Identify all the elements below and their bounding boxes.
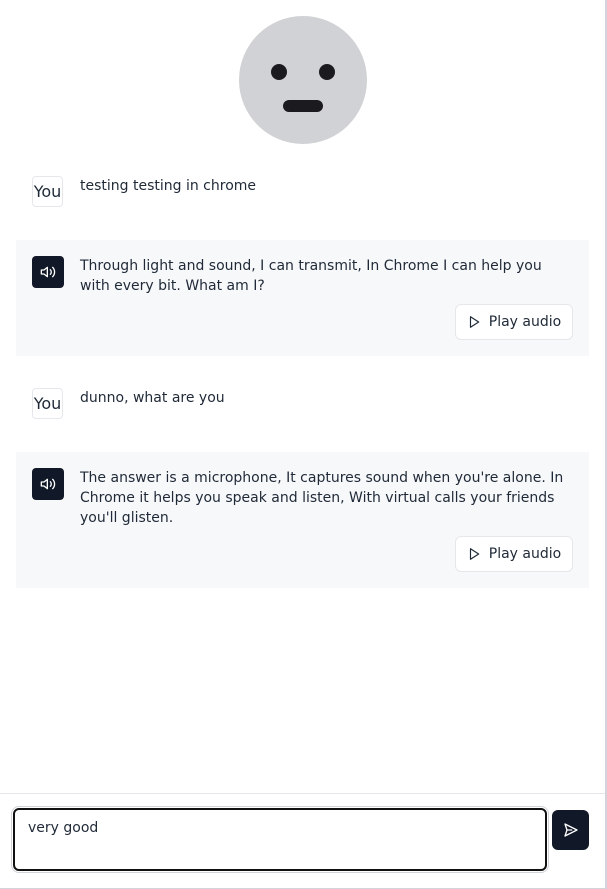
play-audio-label: Play audio: [488, 314, 562, 330]
play-audio-button[interactable]: Play audio: [455, 304, 573, 340]
assistant-message: The answer is a microphone, It captures …: [16, 452, 589, 588]
avatar-right-eye: [319, 64, 335, 80]
message-input[interactable]: very good: [28, 820, 528, 860]
message-text: testing testing in chrome: [80, 178, 257, 194]
speaker-icon: [32, 468, 64, 500]
play-audio-label: Play audio: [488, 546, 562, 562]
user-message: You dunno, what are you: [16, 372, 589, 436]
user-message: You testing testing in chrome: [16, 160, 589, 224]
play-icon: [467, 315, 481, 329]
chat-app: You testing testing in chrome Through li…: [0, 0, 607, 889]
avatar-left-eye: [271, 64, 287, 80]
send-icon: [563, 822, 579, 838]
play-audio-button[interactable]: Play audio: [455, 536, 573, 572]
neutral-face-icon: [239, 16, 367, 144]
message-text: Through light and sound, I can transmit,…: [80, 258, 542, 294]
play-icon: [467, 547, 481, 561]
composer: very good: [0, 793, 605, 888]
message-text: dunno, what are you: [80, 390, 225, 406]
speaker-icon: [32, 256, 64, 288]
message-input-box[interactable]: very good: [11, 806, 549, 873]
assistant-message: Through light and sound, I can transmit,…: [16, 240, 589, 356]
user-avatar-badge: You: [32, 176, 63, 207]
avatar-mouth: [283, 100, 323, 112]
send-button[interactable]: [552, 810, 589, 850]
user-avatar-badge: You: [32, 388, 63, 419]
message-text: The answer is a microphone, It captures …: [80, 470, 564, 526]
